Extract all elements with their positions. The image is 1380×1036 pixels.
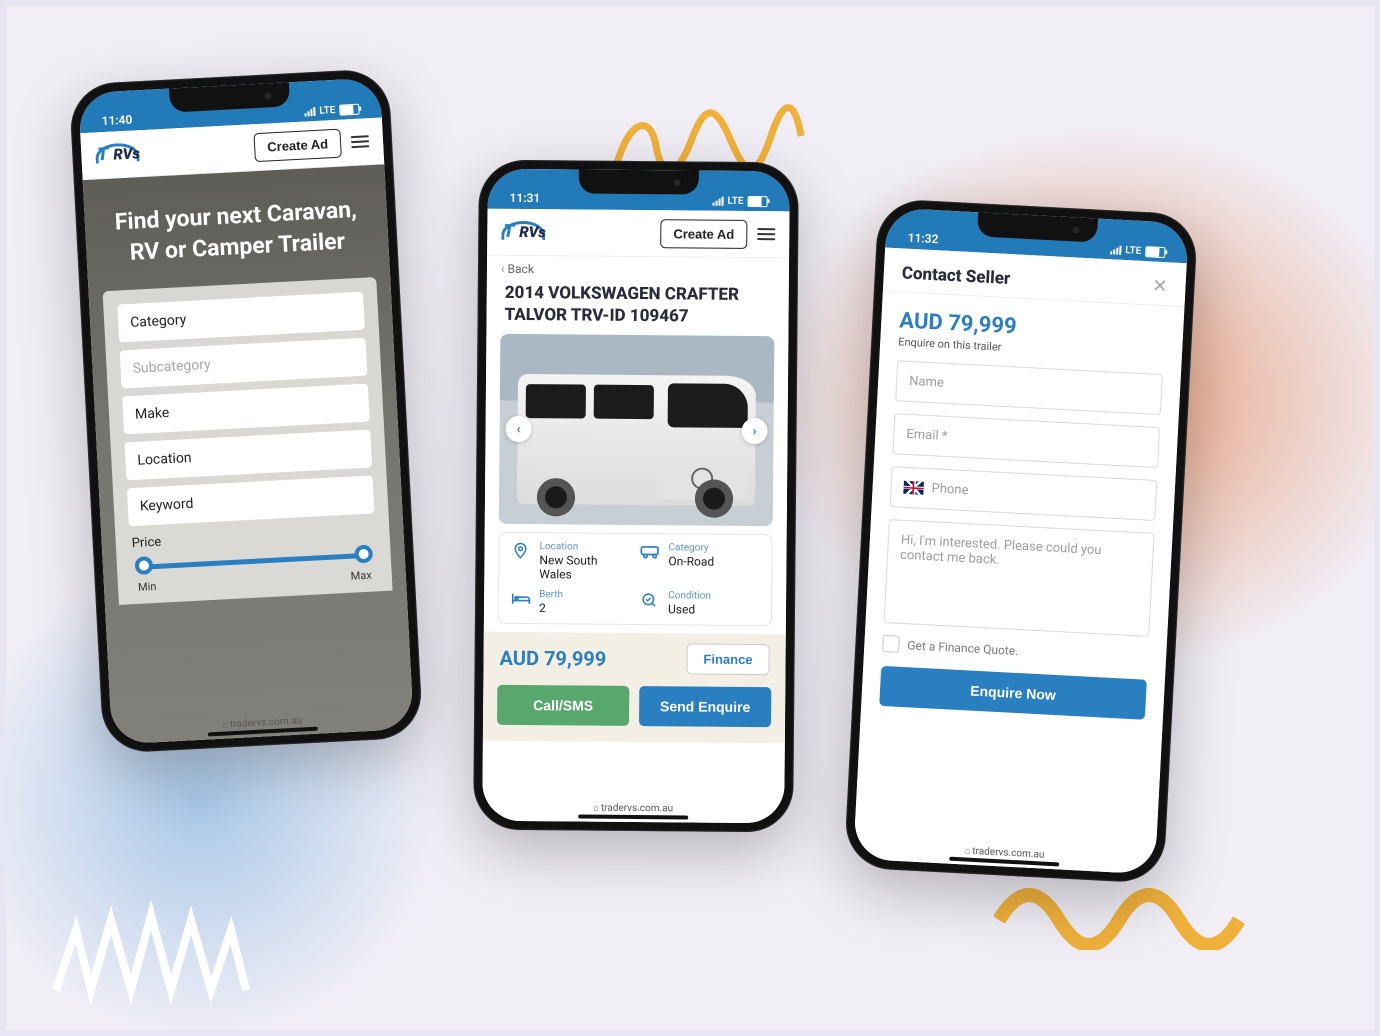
phone-notch <box>579 169 699 194</box>
status-lte: LTE <box>1125 245 1142 257</box>
phone-mock-listing: 11:31 LTE TRVs Create Ad ‹Back 2014 VOLK… <box>473 160 799 833</box>
phone-field[interactable]: Phone <box>890 466 1158 521</box>
search-form: Category Subcategory Make Location Keywo… <box>103 277 393 605</box>
carousel-next-button[interactable]: › <box>741 418 767 444</box>
phone-mock-contact: 11:32 LTE Contact Seller ✕ AUD 79,999 En… <box>844 198 1199 884</box>
create-ad-button[interactable]: Create Ad <box>660 219 747 249</box>
brand-logo[interactable]: TRVs <box>95 142 142 166</box>
battery-icon <box>339 104 360 116</box>
rv-icon <box>640 543 660 563</box>
decor-sunburst <box>36 820 256 1010</box>
make-field[interactable]: Make <box>122 384 370 435</box>
contact-heading: Contact Seller <box>901 263 1010 289</box>
location-field[interactable]: Location <box>124 430 372 481</box>
category-field[interactable]: Category <box>117 292 365 343</box>
call-sms-button[interactable]: Call/SMS <box>497 685 629 726</box>
listing-image[interactable]: ‹ › <box>499 334 775 526</box>
battery-icon <box>748 196 768 207</box>
message-field[interactable]: Hi, I'm interested. Please could you con… <box>884 519 1155 637</box>
price-bar: AUD 79,999 Finance <box>483 632 785 682</box>
carousel-prev-button[interactable]: ‹ <box>505 416 531 442</box>
battery-icon <box>1145 246 1166 258</box>
status-time: 11:31 <box>510 191 541 205</box>
status-time: 11:32 <box>907 231 938 247</box>
menu-icon[interactable] <box>757 228 775 240</box>
listing-title: 2014 VOLKSWAGEN CRAFTER TALVOR TRV-ID 10… <box>486 278 788 337</box>
enquire-now-button[interactable]: Enquire Now <box>879 666 1147 720</box>
signal-icon <box>1110 245 1121 255</box>
phone-mock-search: 11:40 LTE TRVs Create Ad Find your next … <box>69 68 424 754</box>
status-time: 11:40 <box>101 113 132 129</box>
signal-icon <box>713 197 724 206</box>
price-min-label: Min <box>138 580 157 594</box>
finance-quote-checkbox[interactable]: Get a Finance Quote. <box>882 635 1149 666</box>
keyword-field[interactable]: Keyword <box>127 476 375 527</box>
listing-price: AUD 79,999 <box>499 646 606 671</box>
status-lte: LTE <box>319 105 336 117</box>
signal-icon <box>304 107 315 117</box>
subcategory-field[interactable]: Subcategory <box>120 338 368 389</box>
listing-meta: LocationNew South Wales CategoryOn-Road … <box>498 532 773 626</box>
back-link[interactable]: ‹Back <box>487 256 789 281</box>
name-field[interactable]: Name <box>895 360 1163 415</box>
finance-button[interactable]: Finance <box>686 644 769 676</box>
menu-icon[interactable] <box>351 135 370 148</box>
brand-logo[interactable]: TRVs <box>501 221 547 243</box>
app-header: TRVs Create Ad <box>487 209 789 259</box>
location-pin-icon <box>511 542 531 564</box>
email-field[interactable]: Email * <box>892 413 1160 468</box>
chevron-left-icon: ‹ <box>501 262 505 276</box>
create-ad-button[interactable]: Create Ad <box>254 128 342 162</box>
bed-icon <box>511 590 531 610</box>
check-circle-icon <box>640 591 660 613</box>
price-max-label: Max <box>350 569 372 583</box>
slider-thumb-min[interactable] <box>134 556 153 575</box>
close-icon[interactable]: ✕ <box>1152 276 1168 298</box>
slider-thumb-max[interactable] <box>354 545 373 564</box>
status-lte: LTE <box>727 196 743 207</box>
hero-heading: Find your next Caravan, RV or Camper Tra… <box>106 194 367 270</box>
flag-au-icon[interactable] <box>903 481 924 495</box>
checkbox-icon[interactable] <box>882 635 900 653</box>
send-enquire-button[interactable]: Send Enquire <box>639 686 771 727</box>
